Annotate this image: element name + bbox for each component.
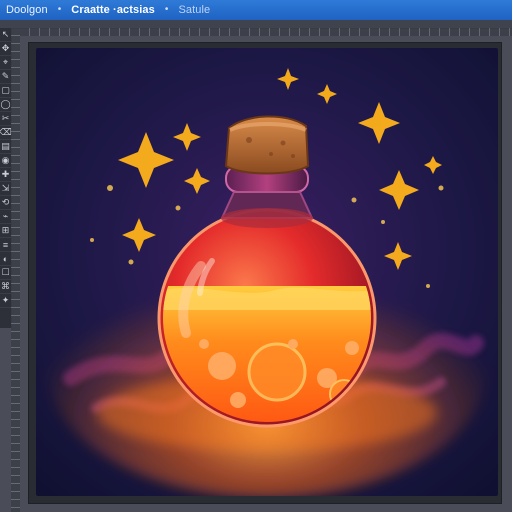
target-tool-icon[interactable]: ⌖ xyxy=(0,56,11,70)
breadcrumb-separator-icon: • xyxy=(57,4,62,15)
frame-tool-icon[interactable]: ☐ xyxy=(0,266,11,280)
pencil-tool-icon[interactable]: ✎ xyxy=(0,70,11,84)
pattern-tool-icon[interactable]: ▤ xyxy=(0,140,11,154)
ellipse-tool-icon[interactable]: ◯ xyxy=(0,98,11,112)
vertical-ruler[interactable] xyxy=(11,28,20,512)
cork-stopper xyxy=(224,115,310,175)
menu-tool-icon[interactable]: ≡ xyxy=(0,238,11,252)
command-tool-icon[interactable]: ⌘ xyxy=(0,280,11,294)
canvas-artwork[interactable] xyxy=(36,48,498,496)
breadcrumb-item-2[interactable]: Craatte ·actsias xyxy=(71,4,155,16)
contrast-tool-icon[interactable]: ◐ xyxy=(0,252,11,266)
wave-tool-icon[interactable]: ⌁ xyxy=(0,210,11,224)
cut-tool-icon[interactable]: ✂ xyxy=(0,112,11,126)
move-tool-icon[interactable]: ✥ xyxy=(0,42,11,56)
fill-tool-icon[interactable]: ◉ xyxy=(0,154,11,168)
potion-illustration xyxy=(36,48,498,496)
resize-tool-icon[interactable]: ⇲ xyxy=(0,182,11,196)
select-tool-icon[interactable]: ↖ xyxy=(0,28,11,42)
breadcrumb-item-1[interactable]: Doolgon xyxy=(6,4,48,16)
rotate-tool-icon[interactable]: ⟲ xyxy=(0,196,11,210)
breadcrumb-item-3[interactable]: Satule xyxy=(178,4,210,16)
breadcrumb-separator-icon: • xyxy=(164,4,169,15)
rectangle-tool-icon[interactable]: ▢ xyxy=(0,84,11,98)
erase-tool-icon[interactable]: ⌫ xyxy=(0,126,12,140)
horizontal-ruler[interactable] xyxy=(20,28,512,36)
sparkle-tool-icon[interactable]: ✦ xyxy=(0,294,11,308)
window-titlebar: Doolgon • Craatte ·actsias • Satule xyxy=(0,0,512,20)
grid-tool-icon[interactable]: ⊞ xyxy=(0,224,11,238)
bottle-neck xyxy=(220,165,314,228)
add-tool-icon[interactable]: ✚ xyxy=(0,168,11,182)
